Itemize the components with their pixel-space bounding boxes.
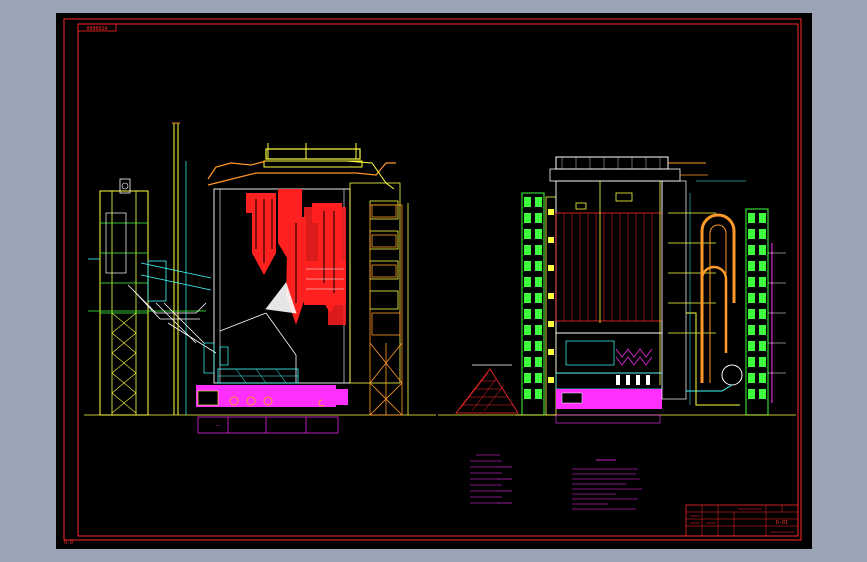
right-elevation-view <box>516 156 796 424</box>
coal-conveyor <box>88 258 212 312</box>
bottom-platform: --- <box>196 368 348 434</box>
u-bend-duct-1 <box>700 213 736 383</box>
fan-casing <box>721 364 743 386</box>
ash-pile <box>438 364 526 416</box>
lower-furnace <box>555 332 663 409</box>
top-left-stamp: 000002A <box>77 23 117 32</box>
furnace-hopper <box>219 282 297 383</box>
superheater-panels <box>246 189 346 325</box>
stamp-text: 000002A <box>86 26 107 32</box>
u-bend-duct-1-inner <box>709 224 727 383</box>
ductwork <box>127 284 217 354</box>
general-notes <box>572 459 642 510</box>
left-stack <box>172 122 187 415</box>
legend-table <box>470 454 512 504</box>
u-bend-duct-2 <box>700 265 728 373</box>
right-left-column <box>521 192 557 416</box>
bottom-left-label: 0.0 <box>64 540 73 546</box>
title-block: D-01 <box>685 504 799 537</box>
right-right-column <box>745 208 786 416</box>
air-heater-column <box>345 160 401 384</box>
drawing-number: D-01 <box>776 520 788 526</box>
cad-drawing-canvas: 000002A 0.0 --- D-01 <box>63 18 802 546</box>
drawing-viewport[interactable]: 000002A 0.0 --- D-01 <box>56 13 812 549</box>
economizer-block <box>304 261 346 305</box>
left-elevation-view: --- <box>84 122 436 434</box>
svg-text:---: --- <box>216 423 221 428</box>
flue-gas-ducts <box>661 180 746 406</box>
boiler-side-body <box>555 180 663 385</box>
left-steel-tower <box>99 178 149 416</box>
boiler-top-drum <box>549 156 708 182</box>
outer-frame <box>63 18 802 541</box>
